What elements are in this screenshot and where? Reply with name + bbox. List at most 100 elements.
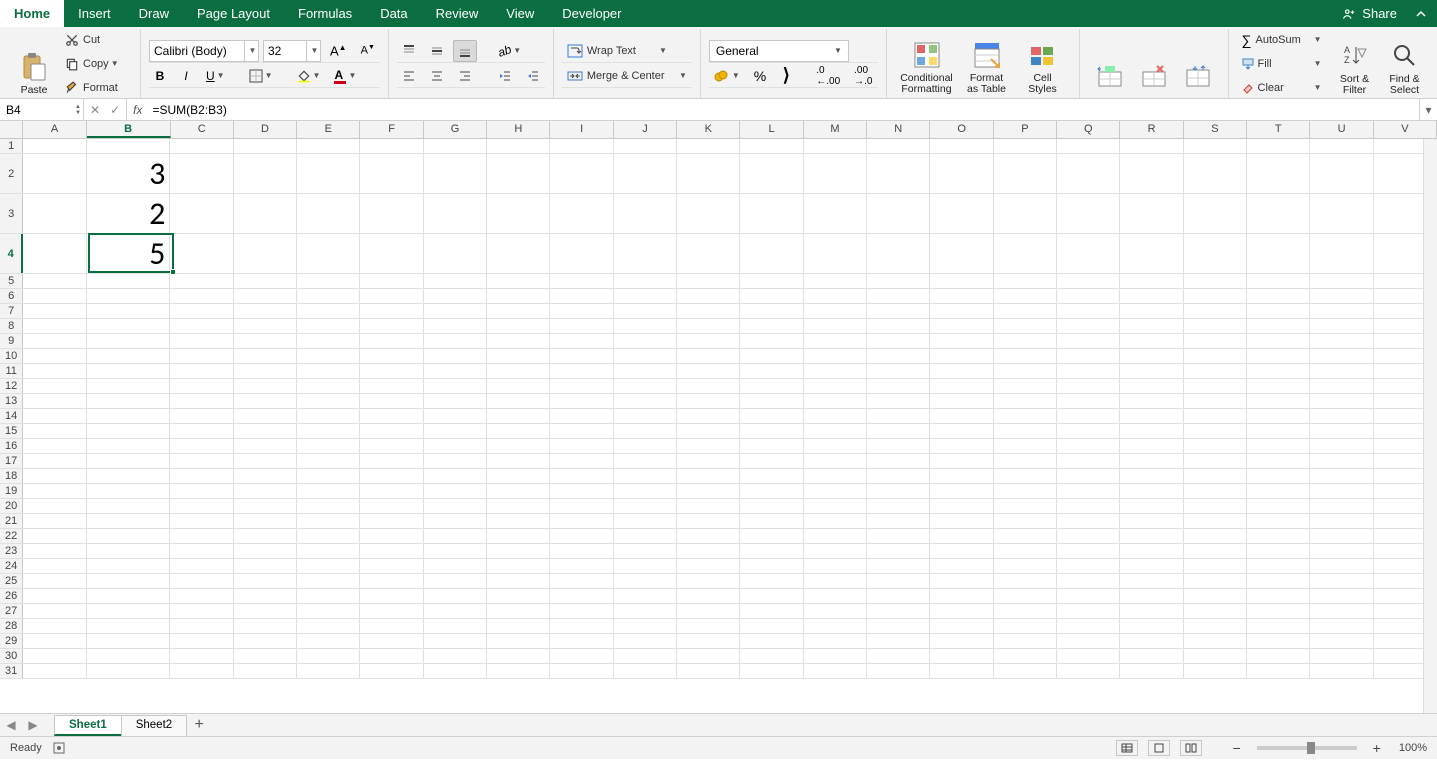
cell-U13[interactable] xyxy=(1310,394,1373,408)
cell-G12[interactable] xyxy=(424,379,487,393)
cell-P24[interactable] xyxy=(994,559,1057,573)
cell-C3[interactable] xyxy=(170,194,233,233)
cell-G30[interactable] xyxy=(424,649,487,663)
cell-B19[interactable] xyxy=(87,484,171,498)
cell-C9[interactable] xyxy=(170,334,233,348)
cell-B27[interactable] xyxy=(87,604,171,618)
cell-L22[interactable] xyxy=(740,529,803,543)
cell-N19[interactable] xyxy=(867,484,930,498)
col-header-L[interactable]: L xyxy=(740,121,803,138)
cell-C7[interactable] xyxy=(170,304,233,318)
row-header-13[interactable]: 13 xyxy=(0,394,23,408)
cell-K5[interactable] xyxy=(677,274,740,288)
cell-L13[interactable] xyxy=(740,394,803,408)
cell-Q7[interactable] xyxy=(1057,304,1120,318)
cell-S24[interactable] xyxy=(1184,559,1247,573)
comma-button[interactable]: ⟩ xyxy=(775,65,797,87)
cell-F15[interactable] xyxy=(360,424,423,438)
cell-R10[interactable] xyxy=(1120,349,1183,363)
cell-K15[interactable] xyxy=(677,424,740,438)
cell-C4[interactable] xyxy=(170,234,233,273)
cell-D9[interactable] xyxy=(234,334,297,348)
cell-H16[interactable] xyxy=(487,439,550,453)
cell-B6[interactable] xyxy=(87,289,171,303)
cell-N27[interactable] xyxy=(867,604,930,618)
cell-N23[interactable] xyxy=(867,544,930,558)
cell-P31[interactable] xyxy=(994,664,1057,678)
col-header-O[interactable]: O xyxy=(930,121,993,138)
cell-A28[interactable] xyxy=(23,619,86,633)
cell-J16[interactable] xyxy=(614,439,677,453)
row-header-15[interactable]: 15 xyxy=(0,424,23,438)
tab-review[interactable]: Review xyxy=(422,0,493,27)
cell-H27[interactable] xyxy=(487,604,550,618)
cell-R11[interactable] xyxy=(1120,364,1183,378)
cell-R14[interactable] xyxy=(1120,409,1183,423)
cell-T2[interactable] xyxy=(1247,154,1310,193)
cell-B23[interactable] xyxy=(87,544,171,558)
cell-M4[interactable] xyxy=(804,234,867,273)
cell-R5[interactable] xyxy=(1120,274,1183,288)
cell-R18[interactable] xyxy=(1120,469,1183,483)
copy-button[interactable]: Copy▼ xyxy=(60,53,132,75)
cell-D6[interactable] xyxy=(234,289,297,303)
cell-B20[interactable] xyxy=(87,499,171,513)
cell-S8[interactable] xyxy=(1184,319,1247,333)
cell-Q6[interactable] xyxy=(1057,289,1120,303)
cell-P22[interactable] xyxy=(994,529,1057,543)
row-header-28[interactable]: 28 xyxy=(0,619,23,633)
cell-J15[interactable] xyxy=(614,424,677,438)
cell-H29[interactable] xyxy=(487,634,550,648)
cell-N29[interactable] xyxy=(867,634,930,648)
cell-M26[interactable] xyxy=(804,589,867,603)
col-header-E[interactable]: E xyxy=(297,121,360,138)
cell-C23[interactable] xyxy=(170,544,233,558)
cell-B22[interactable] xyxy=(87,529,171,543)
cell-C18[interactable] xyxy=(170,469,233,483)
cell-C10[interactable] xyxy=(170,349,233,363)
cell-U2[interactable] xyxy=(1310,154,1373,193)
cell-T18[interactable] xyxy=(1247,469,1310,483)
cell-B26[interactable] xyxy=(87,589,171,603)
align-top-button[interactable] xyxy=(397,40,421,62)
cell-Q5[interactable] xyxy=(1057,274,1120,288)
cell-P27[interactable] xyxy=(994,604,1057,618)
cell-B12[interactable] xyxy=(87,379,171,393)
cell-H5[interactable] xyxy=(487,274,550,288)
cell-A22[interactable] xyxy=(23,529,86,543)
cell-J26[interactable] xyxy=(614,589,677,603)
cell-H3[interactable] xyxy=(487,194,550,233)
cell-styles-button[interactable]: Cell Styles xyxy=(1015,31,1071,95)
cell-G6[interactable] xyxy=(424,289,487,303)
cell-Q19[interactable] xyxy=(1057,484,1120,498)
cell-M16[interactable] xyxy=(804,439,867,453)
cell-R6[interactable] xyxy=(1120,289,1183,303)
cell-E7[interactable] xyxy=(297,304,360,318)
cell-L7[interactable] xyxy=(740,304,803,318)
vertical-scrollbar[interactable] xyxy=(1423,139,1437,713)
row-header-14[interactable]: 14 xyxy=(0,409,23,423)
cell-T14[interactable] xyxy=(1247,409,1310,423)
cell-H21[interactable] xyxy=(487,514,550,528)
name-box[interactable]: B4 ▲▼ xyxy=(0,99,84,120)
cell-O5[interactable] xyxy=(930,274,993,288)
cell-N1[interactable] xyxy=(867,139,930,153)
cell-Q26[interactable] xyxy=(1057,589,1120,603)
cell-E19[interactable] xyxy=(297,484,360,498)
cell-I21[interactable] xyxy=(550,514,613,528)
tab-insert[interactable]: Insert xyxy=(64,0,125,27)
cell-R28[interactable] xyxy=(1120,619,1183,633)
cell-C11[interactable] xyxy=(170,364,233,378)
delete-cells-button[interactable] xyxy=(1132,31,1176,95)
cell-L6[interactable] xyxy=(740,289,803,303)
name-box-spinner[interactable]: ▲▼ xyxy=(75,104,81,116)
cell-E12[interactable] xyxy=(297,379,360,393)
cell-E8[interactable] xyxy=(297,319,360,333)
cell-J5[interactable] xyxy=(614,274,677,288)
expand-formula-bar-button[interactable]: ▾ xyxy=(1419,99,1437,120)
cell-L3[interactable] xyxy=(740,194,803,233)
cell-F3[interactable] xyxy=(360,194,423,233)
cell-O11[interactable] xyxy=(930,364,993,378)
cell-A1[interactable] xyxy=(23,139,86,153)
cell-F14[interactable] xyxy=(360,409,423,423)
